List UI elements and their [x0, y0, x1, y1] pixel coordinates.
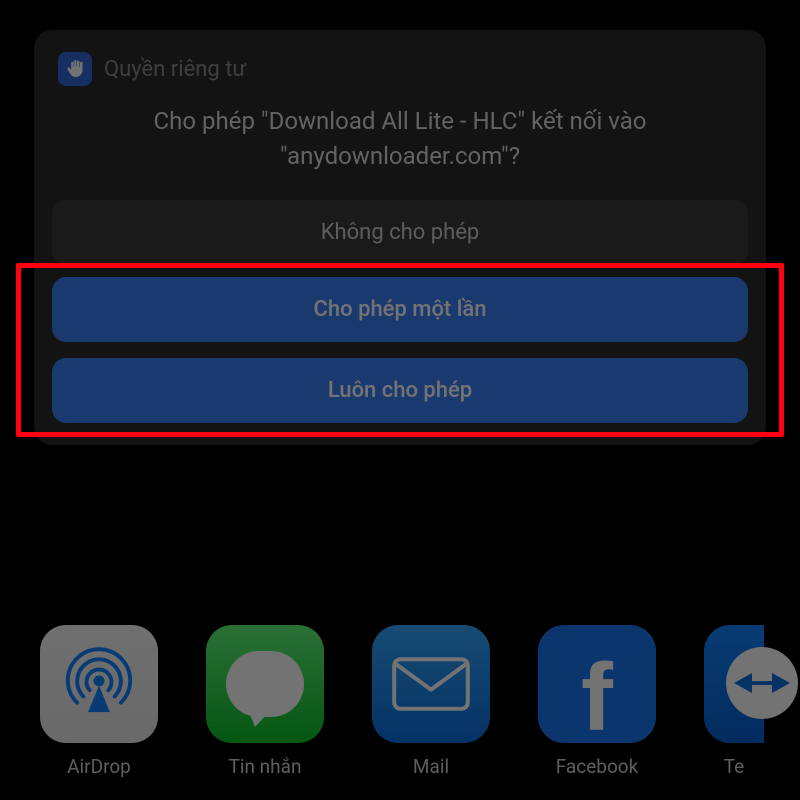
facebook-icon: f — [538, 625, 656, 743]
sheet-header: Quyền riêng tư — [52, 50, 748, 100]
share-label: Facebook — [556, 755, 639, 778]
teamviewer-icon — [704, 625, 764, 743]
share-sheet-row[interactable]: AirDrop Tin nhắn Mail f Facebook Te — [0, 625, 800, 778]
privacy-hand-icon — [58, 52, 92, 86]
share-item-messages[interactable]: Tin nhắn — [206, 625, 324, 778]
share-label: Tin nhắn — [229, 755, 302, 778]
share-label: Te — [724, 755, 745, 778]
airdrop-icon — [40, 625, 158, 743]
deny-button[interactable]: Không cho phép — [52, 200, 748, 265]
allow-once-button[interactable]: Cho phép một lần — [52, 277, 748, 342]
mail-icon — [372, 625, 490, 743]
share-item-facebook[interactable]: f Facebook — [538, 625, 656, 778]
share-label: AirDrop — [67, 755, 131, 778]
messages-icon — [206, 625, 324, 743]
share-item-teamviewer[interactable]: Te — [704, 625, 764, 778]
share-item-mail[interactable]: Mail — [372, 625, 490, 778]
permission-message: Cho phép "Download All Lite - HLC" kết n… — [52, 100, 748, 196]
always-allow-button[interactable]: Luôn cho phép — [52, 358, 748, 423]
privacy-permission-sheet: Quyền riêng tư Cho phép "Download All Li… — [34, 30, 766, 445]
sheet-title: Quyền riêng tư — [104, 57, 246, 82]
share-label: Mail — [413, 755, 449, 778]
share-item-airdrop[interactable]: AirDrop — [40, 625, 158, 778]
